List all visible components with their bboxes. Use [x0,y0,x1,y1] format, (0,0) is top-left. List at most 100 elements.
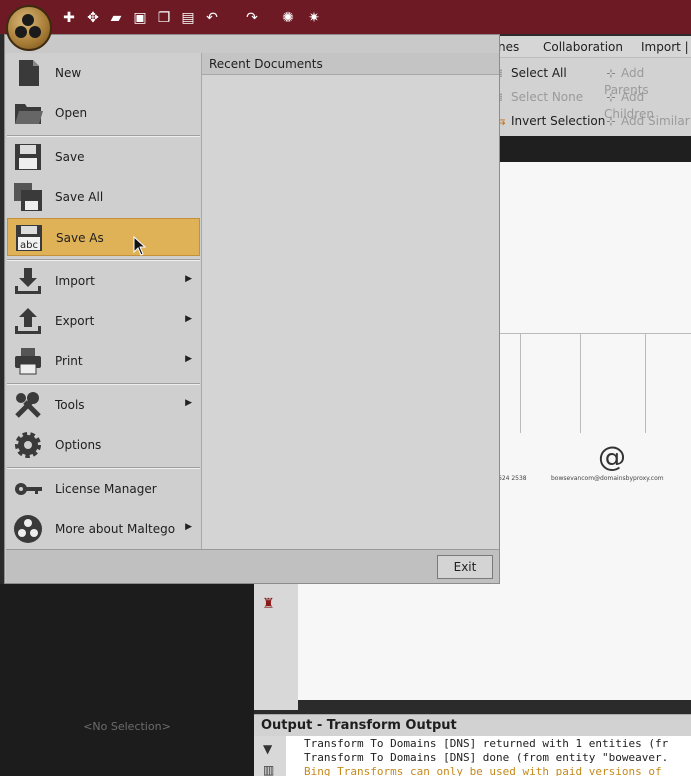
submenu-arrow-icon: ▶ [185,398,192,408]
new-document-icon [13,58,43,88]
menu-separator [7,135,200,137]
output-panel-title: Output - Transform Output [254,714,691,736]
menu-item-label: Import [55,274,95,288]
recent-documents-header: Recent Documents [202,53,499,75]
undo-icon[interactable]: ↶ [203,9,221,27]
tools-icon [13,390,43,420]
invert-selection-button[interactable]: ⇆ Invert Selection [494,113,605,129]
maltego-icon [13,514,43,544]
export-icon [13,306,43,336]
no-selection-label: <No Selection> [83,720,171,733]
menu-separator [7,259,200,261]
email-entity-label: bowsevancom@domainsbyproxy.com [551,475,664,482]
graph-edge [520,333,521,433]
menu-item-label: Print [55,354,83,368]
menubar-item-collaboration[interactable]: Collaboration [543,40,623,54]
menu-item-label: More about Maltego [55,522,176,536]
menu-item-export[interactable]: Export ▶ [7,302,200,340]
add-children-icon: ⊹ [606,91,616,104]
menu-item-print[interactable]: Print ▶ [7,342,200,380]
settings-icon[interactable]: ✺ [279,9,297,27]
recent-documents-panel: Recent Documents [201,53,499,549]
menu-item-save-as[interactable]: abc Save As [7,218,200,256]
debug-icon[interactable]: ✷ [305,9,323,27]
open-folder-icon[interactable]: ▰ [107,9,125,27]
new-icon[interactable]: ✚ [60,9,78,27]
invert-selection-label: Invert Selection [511,114,606,128]
phone-entity-label: 624 2538 [498,475,527,482]
graph-edge [580,333,581,433]
mouse-cursor-icon [133,236,147,256]
add-parents-icon: ⊹ [606,67,616,80]
menu-item-options[interactable]: Options [7,426,200,464]
graph-edge [645,333,646,433]
save-icon [13,142,43,172]
add-parents-button[interactable]: ⊹ Add Parents [604,65,691,97]
menu-separator [7,467,200,469]
application-menu-footer: Exit [6,549,499,583]
menu-item-more-about-maltego[interactable]: More about Maltego ▶ [7,510,200,548]
application-button[interactable] [6,5,52,51]
redo-icon[interactable]: ↷ [243,9,261,27]
graph-edge [498,333,691,334]
menu-item-label: New [55,66,82,80]
trash-icon[interactable]: ▥ [263,763,274,776]
select-none-button[interactable]: ⁞ Select None [494,89,583,105]
copy-icon[interactable]: ❐ [155,9,173,27]
save-all-icon [13,182,43,212]
title-bar: ✚ ✥ ▰ ▣ ❐ ▤ ↶ ↷ ✺ ✷ [0,0,691,34]
menu-item-import[interactable]: Import ▶ [7,262,200,300]
menu-item-label: Save As [56,231,104,245]
email-entity-icon[interactable]: @ [598,440,626,473]
menu-item-label: Options [55,438,102,452]
menu-item-label: Open [55,106,88,120]
add-similar-label: Add Similar [621,114,690,128]
add-similar-button[interactable]: ⊹ Add Similar [604,113,690,129]
output-line: Bing Transforms can only be used with pa… [304,765,662,776]
orb-dot [15,26,27,38]
hub-icon[interactable]: ✥ [84,9,102,27]
output-toolbar: ▼ ▥ [254,736,286,776]
filter-icon[interactable]: ▼ [263,742,272,756]
menu-item-open[interactable]: Open [7,94,200,132]
menu-item-label: Save All [55,190,104,204]
menu-item-label: Tools [55,398,85,412]
exit-button[interactable]: Exit [437,555,493,579]
menu-item-label: Save [55,150,85,164]
menu-item-license-manager[interactable]: License Manager [7,470,200,508]
menu-item-label: Export [55,314,95,328]
save-icon[interactable]: ▣ [131,9,149,27]
menu-item-label: License Manager [55,482,157,496]
submenu-arrow-icon: ▶ [185,314,192,324]
submenu-arrow-icon: ▶ [185,522,192,532]
menubar-item-import[interactable]: Import | [641,40,689,54]
graph-toolbar-strip [498,136,691,162]
open-folder-icon [13,98,43,128]
orb-dot [29,26,41,38]
output-line: Transform To Domains [DNS] done (from en… [304,751,669,764]
menu-item-save-all[interactable]: Save All [7,178,200,216]
add-similar-icon: ⊹ [606,115,616,128]
select-none-label: Select None [511,90,584,104]
entity-palette-icon[interactable]: ♜ [262,596,275,612]
property-view-panel [0,584,254,776]
orb-dot [22,14,34,26]
menu-item-save[interactable]: Save [7,138,200,176]
submenu-arrow-icon: ▶ [185,274,192,284]
printer-icon [13,346,43,376]
ribbon: ⁞ Select All ⁞ Select None ⇆ Invert Selecti… [496,58,691,136]
save-all-icon[interactable]: ▤ [179,9,197,27]
save-as-icon-text: abc [20,240,38,251]
menu-separator [7,383,200,385]
graph-side-toolbar: ♜ [254,582,298,710]
add-children-button[interactable]: ⊹ Add Children [604,89,691,121]
save-as-icon: abc [14,223,44,253]
output-line: Transform To Domains [DNS] returned with… [304,737,669,750]
main-menubar: nes Collaboration Import | [498,36,691,58]
application-menu: New Open Save Save All abc Save As Impor… [4,34,500,584]
select-all-button[interactable]: ⁞ Select All [494,65,566,81]
menu-item-tools[interactable]: Tools ▶ [7,386,200,424]
menu-item-new[interactable]: New [7,54,200,92]
key-icon [13,474,43,504]
menubar-item-machines[interactable]: nes [498,40,519,54]
